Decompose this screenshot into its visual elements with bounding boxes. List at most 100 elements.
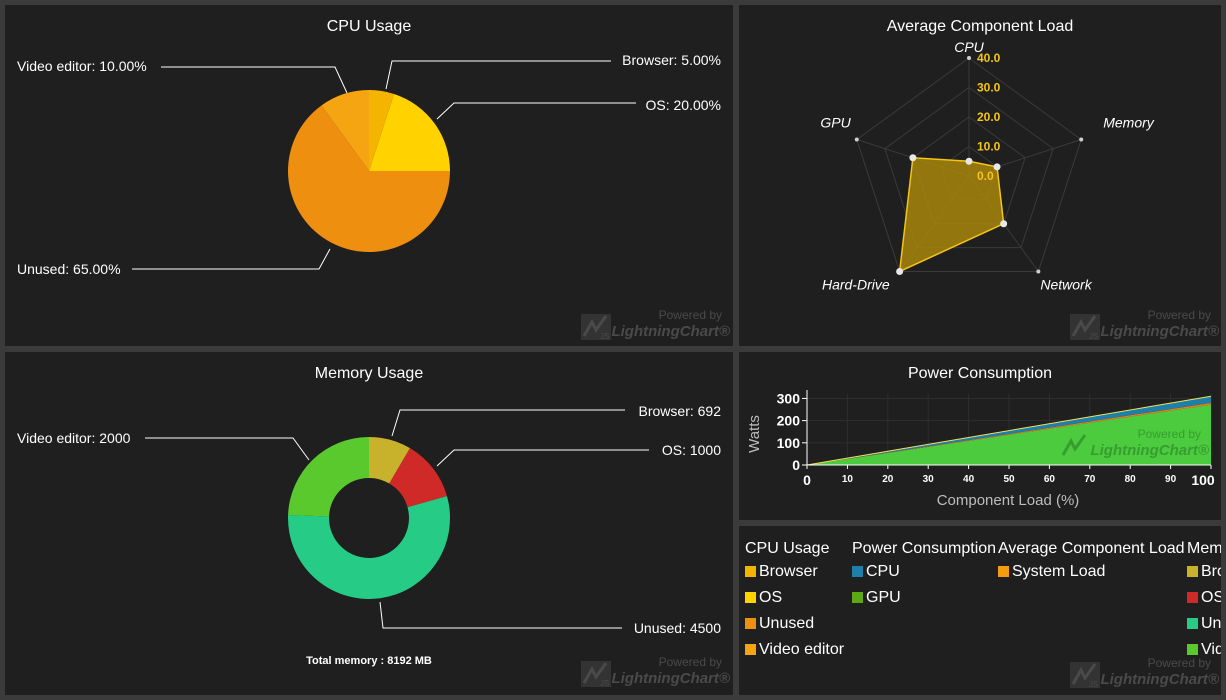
power-y-tick-label: 0 [792,457,800,473]
watermark-powered-by: Powered by [658,655,722,669]
legend-item-label: Video editor [759,641,845,658]
watermark-powered-by: Powered by [1137,427,1201,441]
power-x-tick-label: 100 [1191,472,1215,488]
cpu-label-video-editor: Video editor: 10.00% [17,58,147,74]
radar-point[interactable] [1000,220,1008,228]
watermark: JS Powered by LightningChart® [580,308,730,346]
legend-item-label: GPU [866,589,901,606]
legend-item[interactable]: OS [745,589,782,607]
legend-item[interactable]: CPU [852,563,900,581]
radar-point[interactable] [896,267,904,275]
svg-text:JS: JS [600,679,609,688]
radar-axis-end [854,137,859,142]
legend-swatch [745,592,756,603]
legend-swatch [1187,644,1198,655]
legend-item-label: Browser [759,563,818,580]
component-load-panel: Average Component Load 0.0 10.0 20.0 30.0 40… [739,5,1221,346]
power-x-tick-label: 40 [963,474,975,485]
power-x-tick-label: 20 [882,474,894,485]
legend-swatch [1187,566,1198,577]
watermark: Powered by LightningChart® [1059,427,1209,467]
memory-label-os: OS: 1000 [662,442,721,458]
radar-axis-label: GPU [820,115,851,131]
radar-axis-label: Hard-Drive [822,276,890,292]
lightningchart-logo-icon: JS [581,661,611,688]
watermark: JS Powered by LightningChart® [1069,656,1219,695]
lightningchart-logo-icon: JS [1070,314,1100,341]
memory-label-unused: Unused: 4500 [634,620,721,636]
radar-tick-label: 30.0 [977,81,1001,95]
cpu-usage-panel: CPU Usage Video editor: 10.00% Browser: … [5,5,733,346]
watermark-brand: LightningChart® [1090,442,1209,459]
radar-point[interactable] [993,163,1001,171]
power-x-tick-label: 90 [1165,474,1177,485]
watermark-powered-by: Powered by [658,308,722,322]
legend-item[interactable]: Browser [745,563,818,581]
watermark-mark-text: JS [600,332,609,341]
radar-point[interactable] [909,154,917,162]
cpu-label-unused: Unused: 65.00% [17,261,121,277]
power-x-tick-label: 60 [1044,474,1056,485]
total-memory-text: Total memory : 8192 MB [306,655,432,667]
memory-label-video-editor: Video editor: 2000 [17,430,131,446]
legend-swatch [745,566,756,577]
legend-item-label: OS [1201,589,1221,606]
legend-item[interactable]: Video editor [745,641,844,659]
legend-item-label: CPU [866,563,900,580]
radar-axis-label: CPU [954,39,984,55]
legend-item[interactable]: GPU [852,589,901,607]
legend-item[interactable]: Browser [1187,563,1221,581]
radar-tick-label: 20.0 [977,110,1001,124]
memory-usage-panel: Memory Usage Video editor: 2000 Browser:… [5,352,733,695]
legend-panel: CPU Usage Browser OS Unused Video editor Powe… [739,526,1221,695]
power-x-tick-label: 10 [842,474,854,485]
power-y-tick-label: 300 [777,390,801,406]
memory-slice-video-editor[interactable] [288,437,369,517]
watermark-brand: LightningChart® [1100,323,1219,340]
legend-group-title: CPU Usage [745,540,830,557]
legend-item-label: Unused [759,615,815,632]
memory-donut-chart: Video editor: 2000 Browser: 692 OS: 1000… [17,403,722,667]
lightningchart-logo-icon [1061,434,1087,456]
power-y-tick-label: 100 [777,435,801,451]
legend-group-title: Power Consumption [852,540,997,557]
legend-item[interactable]: System Load [998,563,1105,581]
legend-swatch [1187,618,1198,629]
legend-swatch [745,618,756,629]
svg-text:JS: JS [1089,680,1098,689]
power-x-tick-label: 50 [1003,474,1015,485]
watermark: JS Powered by LightningChart® [1069,308,1219,346]
legend-swatch [852,566,863,577]
watermark-brand: LightningChart® [611,323,730,340]
power-x-tick-label: 70 [1084,474,1096,485]
legend-item[interactable]: Unused [745,615,814,633]
legend-swatch [998,566,1009,577]
watermark-powered-by: Powered by [1147,308,1211,322]
legend-group-title: Memory Usage [1187,540,1221,557]
radar-axis-end [1036,269,1041,274]
radar-tick-label: 10.0 [977,140,1001,154]
legend-swatch [1187,592,1198,603]
memory-label-browser: Browser: 692 [639,403,722,419]
svg-text:JS: JS [1089,332,1098,341]
radar-point[interactable] [965,157,973,165]
watermark-brand: LightningChart® [1100,671,1219,688]
radar-tick-label: 0.0 [977,169,994,183]
cpu-label-os: OS: 20.00% [646,97,722,113]
power-x-tick-label: 0 [803,472,811,488]
power-ylabel: Watts [746,415,763,453]
watermark-powered-by: Powered by [1147,656,1211,670]
legend-item-label: Unused [1201,615,1221,632]
radar-axis-label: Memory [1103,115,1155,131]
radar-axis-end [967,56,971,60]
watermark: JS Powered by LightningChart® [580,655,730,695]
cpu-label-browser: Browser: 5.00% [622,52,721,68]
legend-swatch [745,644,756,655]
legend-item-label: OS [759,589,783,606]
legend-item[interactable]: Unused [1187,615,1221,633]
power-x-tick-label: 30 [923,474,935,485]
legend-item-label: System Load [1012,563,1106,580]
legend-item-label: Browser [1201,563,1221,580]
legend-swatch [852,592,863,603]
legend-item[interactable]: OS [1187,589,1221,607]
